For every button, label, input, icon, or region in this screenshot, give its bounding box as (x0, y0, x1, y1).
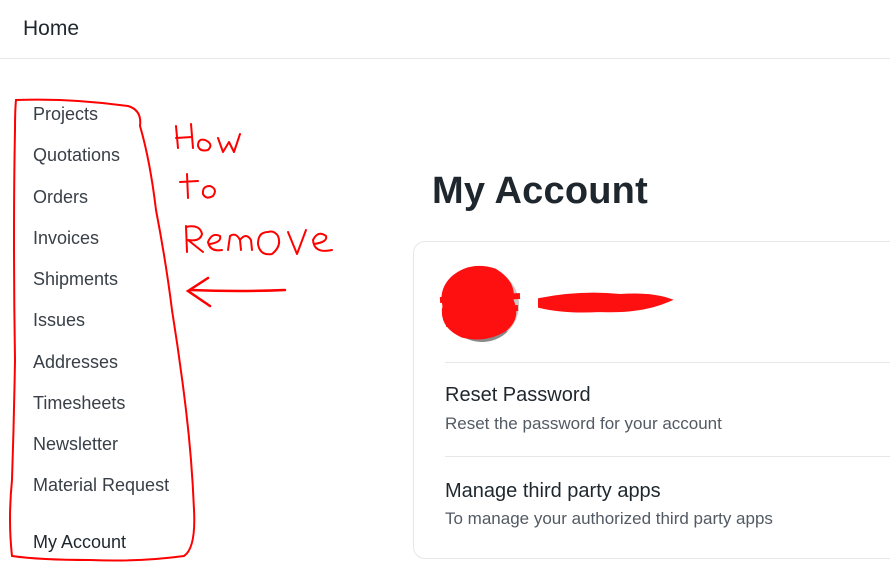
sidebar-item-projects[interactable]: Projects (33, 104, 98, 125)
page-title: My Account (432, 170, 648, 212)
manage-third-party-apps-description: To manage your authorized third party ap… (445, 509, 773, 528)
sidebar-item-my-account[interactable]: My Account (33, 532, 126, 553)
sidebar-item-quotations[interactable]: Quotations (33, 145, 120, 166)
divider (445, 362, 890, 363)
top-navbar: Home (0, 0, 890, 59)
sidebar-item-shipments[interactable]: Shipments (33, 269, 118, 290)
divider (445, 456, 890, 457)
avatar (445, 268, 519, 342)
sidebar-item-invoices[interactable]: Invoices (33, 228, 99, 249)
sidebar-item-orders[interactable]: Orders (33, 187, 88, 208)
sidebar-item-newsletter[interactable]: Newsletter (33, 434, 118, 455)
reset-password-link[interactable]: Reset Password (445, 384, 591, 407)
reset-password-description: Reset the password for your account (445, 414, 722, 433)
how-to-remove-handwriting (175, 123, 333, 256)
page: Home Projects Quotations Orders Invoices… (0, 0, 890, 576)
sidebar-item-material-request[interactable]: Material Request (33, 475, 169, 496)
sidebar-item-addresses[interactable]: Addresses (33, 352, 118, 373)
arrow-icon (185, 276, 287, 308)
avatar-image (445, 268, 519, 342)
sidebar-item-issues[interactable]: Issues (33, 310, 85, 331)
manage-third-party-apps-link[interactable]: Manage third party apps (445, 480, 661, 503)
sidebar-item-timesheets[interactable]: Timesheets (33, 393, 125, 414)
home-link[interactable]: Home (23, 17, 79, 41)
